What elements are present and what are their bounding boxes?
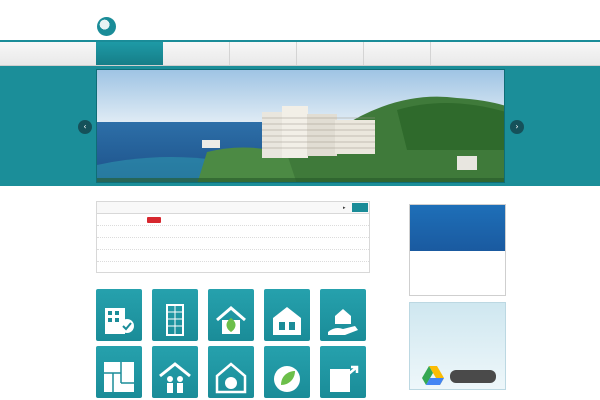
service-tile-label xyxy=(264,291,310,300)
building-arrow-icon xyxy=(330,365,359,392)
google-drive-icon xyxy=(422,366,444,385)
service-tile-bels[interactable] xyxy=(264,346,310,398)
new-badge xyxy=(147,217,161,223)
nav-download-label xyxy=(297,46,363,55)
bels-leaf-icon xyxy=(274,366,300,392)
company-name[interactable] xyxy=(119,17,299,29)
news-link[interactable] xyxy=(165,216,365,224)
news-link[interactable] xyxy=(147,228,347,236)
service-tile-defect-insurance[interactable] xyxy=(320,289,366,341)
new-registration-button[interactable] xyxy=(450,370,496,383)
service-tile-label xyxy=(320,291,366,300)
igate-note xyxy=(412,285,504,293)
service-tile-label xyxy=(208,348,254,357)
nav-service-sublabel xyxy=(230,55,296,62)
service-tile-label xyxy=(96,348,142,357)
news-more-arrow-icon: ▸ xyxy=(343,205,346,211)
service-tile-long-term-housing[interactable] xyxy=(152,346,198,398)
news-list-button[interactable] xyxy=(352,203,368,212)
tower-grid-icon xyxy=(166,304,184,336)
news-header: ▸ xyxy=(97,202,369,214)
company-logo-icon[interactable] xyxy=(97,17,116,36)
nav-download-sublabel xyxy=(297,55,363,62)
igate-banner-line2 xyxy=(413,226,503,238)
chevron-right-icon: › xyxy=(515,122,519,131)
nav-contact-label xyxy=(431,46,498,55)
floorplan-icon xyxy=(104,362,134,392)
slider-next-button[interactable]: › xyxy=(510,120,524,134)
nav-contact-sublabel xyxy=(431,55,498,62)
nav-home-sublabel xyxy=(96,55,163,62)
company-name-english xyxy=(119,30,219,36)
services-title xyxy=(99,278,199,286)
news-date xyxy=(100,264,144,272)
service-tile-low-carbon[interactable] xyxy=(208,346,254,398)
news-title xyxy=(101,204,301,212)
service-tile-flat35[interactable] xyxy=(264,289,310,341)
news-item xyxy=(97,214,369,226)
services-header xyxy=(96,276,370,288)
house-35-icon xyxy=(273,307,301,335)
nav-home-label xyxy=(96,46,163,55)
resort-hotel-photo xyxy=(97,70,504,182)
hand-house-icon xyxy=(328,309,358,335)
news-link[interactable] xyxy=(147,264,347,272)
nav-contact-us[interactable] xyxy=(431,42,498,65)
nav-price-label xyxy=(364,46,430,55)
building-check-icon xyxy=(105,308,134,334)
family-house-icon xyxy=(159,362,191,393)
nav-about-us[interactable] xyxy=(163,42,230,65)
main-navigation xyxy=(0,40,600,66)
news-item xyxy=(97,238,369,250)
service-tile-energy-review[interactable] xyxy=(208,289,254,341)
service-tile-label xyxy=(152,348,198,357)
news-date xyxy=(100,216,144,224)
service-tile-structural-review[interactable] xyxy=(152,289,198,341)
nav-price-sublabel xyxy=(364,55,430,62)
hero-slide-image[interactable] xyxy=(96,69,505,183)
header-tagline xyxy=(96,9,476,17)
news-date xyxy=(100,240,144,248)
nav-about-label xyxy=(163,46,229,55)
service-tile-label xyxy=(96,291,142,300)
house-co2-icon xyxy=(215,362,247,394)
structural-banner-line1 xyxy=(413,311,503,329)
service-tile-housing-performance[interactable] xyxy=(96,346,142,398)
site-header xyxy=(0,0,600,40)
nav-download[interactable] xyxy=(297,42,364,65)
structural-online-banner[interactable] xyxy=(409,302,506,390)
service-tile-label xyxy=(208,291,254,300)
hero-band: ‹ › xyxy=(0,66,600,186)
structural-banner-line2 xyxy=(413,333,503,351)
igate-banner[interactable] xyxy=(409,204,506,296)
slider-pagination xyxy=(379,174,439,180)
igate-logo xyxy=(418,255,498,283)
nav-service-label xyxy=(230,46,296,55)
chevron-left-icon: ‹ xyxy=(83,122,87,131)
news-item xyxy=(97,226,369,238)
service-tile-energy-certification[interactable] xyxy=(320,346,366,398)
service-tile-building-confirmation[interactable] xyxy=(96,289,142,341)
service-tile-label xyxy=(264,348,310,357)
nav-service[interactable] xyxy=(230,42,297,65)
nav-about-sublabel xyxy=(163,55,229,62)
service-tile-label xyxy=(320,348,366,357)
news-link[interactable] xyxy=(147,240,347,248)
service-tile-label xyxy=(152,291,198,300)
slider-prev-button[interactable]: ‹ xyxy=(78,120,92,134)
news-date xyxy=(100,252,144,260)
news-item xyxy=(97,262,369,274)
nav-home[interactable] xyxy=(96,42,163,65)
news-date xyxy=(100,228,144,236)
news-item xyxy=(97,250,369,262)
news-link[interactable] xyxy=(147,252,347,260)
nav-price[interactable] xyxy=(364,42,431,65)
house-leaf-icon xyxy=(216,306,246,334)
news-section: ▸ xyxy=(96,201,370,273)
igate-banner-line1 xyxy=(413,211,503,223)
